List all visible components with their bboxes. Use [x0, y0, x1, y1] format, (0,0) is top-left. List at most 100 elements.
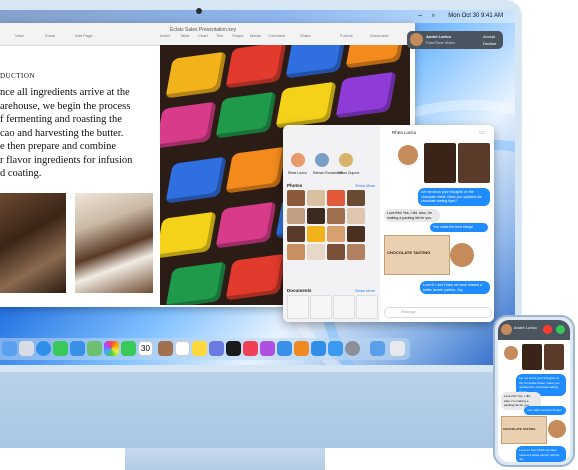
doc-photo-chocolatier: [75, 193, 153, 293]
message-bubble-sent[interactable]: You make the best things!: [524, 406, 566, 415]
caller-avatar: [501, 324, 512, 335]
toolbar-shape[interactable]: Shape: [232, 33, 244, 38]
notes-icon[interactable]: [192, 341, 207, 356]
messages-icon[interactable]: [53, 341, 68, 356]
iphone-caller-name: André Lorico: [514, 325, 537, 330]
memoji-icon: [548, 420, 566, 438]
menu-bar: ⌔ ⌕ Mon Oct 30 9:41 AM: [0, 10, 515, 23]
launchpad-icon[interactable]: [19, 341, 34, 356]
imac-stand: [125, 448, 325, 470]
photos-see-more[interactable]: Show More: [355, 183, 375, 188]
flyer-text: CHOCOLATE TASTING: [503, 427, 536, 431]
chat-photo[interactable]: [458, 143, 490, 183]
accept-button[interactable]: Accept: [483, 34, 495, 39]
toolbar-table[interactable]: Table: [180, 33, 190, 38]
message-bubble-sent[interactable]: Love it! I don't think we have missed a …: [516, 446, 566, 462]
podcasts-icon[interactable]: [260, 341, 275, 356]
message-bubble-sent[interactable]: Let me know your thoughts on the chocola…: [418, 188, 490, 206]
mail-icon[interactable]: [70, 341, 85, 356]
contact-name: Rhea Lorico: [288, 171, 307, 175]
tasting-flyer-image[interactable]: CHOCOLATE TASTING: [384, 235, 450, 275]
decline-button[interactable]: Decline: [483, 41, 496, 46]
photos-label: Photos: [287, 183, 303, 188]
doc-line: r flavor ingredients for infusion: [0, 154, 133, 166]
toolbar-text[interactable]: Text: [216, 33, 223, 38]
message-input-placeholder: iMessage: [401, 310, 416, 314]
settings-icon[interactable]: [345, 341, 360, 356]
pages-toolbar: Éclats Sales Presentation.key View Zoom …: [0, 23, 415, 46]
toolbar-chart[interactable]: Chart: [198, 33, 208, 38]
doc-body: nce all ingredients arrive at the arehou…: [0, 86, 140, 181]
message-bubble-sent[interactable]: You make the best things!: [430, 223, 488, 232]
toolbar-insert[interactable]: Insert: [160, 33, 170, 38]
contact-avatar[interactable]: [315, 153, 329, 167]
accept-call-icon[interactable]: [556, 325, 565, 334]
contact-name: Elton Dupont: [339, 171, 360, 175]
chat-photo[interactable]: [424, 143, 456, 183]
messages-chat: Rhea Lorico ▭ Let me know your thoughts …: [380, 125, 494, 322]
contact-avatar[interactable]: [291, 153, 305, 167]
toolbar-zoom[interactable]: Zoom: [45, 33, 55, 38]
menu-clock[interactable]: Mon Oct 30 9:41 AM: [448, 13, 503, 19]
iphone-facetime-banner[interactable]: André Lorico: [498, 320, 570, 340]
doc-heading: DUCTION: [0, 72, 35, 80]
doc-line: e then prepare and combine: [0, 141, 117, 152]
iphone-screen: André Lorico Let me know your thoughts o…: [498, 320, 570, 462]
dock: 30: [0, 338, 410, 360]
messages-details-panel: Rhea Lorico Ramon Rumamitch Elton Dupont…: [283, 125, 381, 322]
contact-avatar[interactable]: [339, 153, 353, 167]
contacts-icon[interactable]: [158, 341, 173, 356]
message-input[interactable]: iMessage: [384, 307, 492, 318]
toolbar-comment[interactable]: Comment: [268, 33, 285, 38]
safari-icon[interactable]: [36, 341, 51, 356]
keynote-icon[interactable]: [311, 341, 326, 356]
trash-icon[interactable]: [390, 341, 405, 356]
doc-line: d coating.: [0, 168, 42, 179]
wifi-icon[interactable]: ⌔: [417, 13, 423, 21]
doc-photo-cacao: [0, 193, 66, 293]
toolbar-document[interactable]: Document: [370, 33, 388, 38]
reminders-icon[interactable]: [175, 341, 190, 356]
toolbar-view[interactable]: View: [15, 33, 24, 38]
doc-line: nce all ingredients arrive at the: [0, 87, 130, 98]
app-store-icon[interactable]: [328, 341, 343, 356]
search-icon[interactable]: ⌕: [432, 13, 435, 20]
facetime-icon[interactable]: [121, 341, 136, 356]
tasting-flyer-image[interactable]: CHOCOLATE TASTING: [501, 416, 547, 444]
tv-icon[interactable]: [226, 341, 241, 356]
maps-icon[interactable]: [87, 341, 102, 356]
facetime-notification[interactable]: André Lorico FaceTime Video Accept Decli…: [407, 31, 503, 49]
iphone: André Lorico Let me know your thoughts o…: [493, 315, 575, 467]
finder-icon[interactable]: [2, 341, 17, 356]
downloads-folder-icon[interactable]: [370, 341, 385, 356]
message-bubble-received[interactable]: Love this! Yes, I did. Also, I'm making …: [384, 209, 440, 222]
chat-photo[interactable]: [522, 344, 542, 370]
memoji-icon: [504, 346, 518, 360]
memoji-icon: [450, 243, 474, 267]
toolbar-media[interactable]: Media: [250, 33, 261, 38]
video-call-icon[interactable]: ▭: [479, 129, 485, 136]
music-icon[interactable]: [243, 341, 258, 356]
calendar-icon[interactable]: 30: [138, 341, 153, 356]
chat-photo[interactable]: [544, 344, 564, 370]
doc-line: cao and harvesting the butter.: [0, 127, 124, 139]
caller-sub: FaceTime Video: [426, 40, 455, 45]
message-bubble-sent[interactable]: Love it! I don't think we have missed a …: [420, 281, 490, 294]
photos-icon[interactable]: [104, 341, 119, 356]
caller-name: André Lorico: [426, 34, 451, 39]
documents-see-more[interactable]: Show More: [355, 288, 375, 293]
caller-avatar: [410, 33, 423, 46]
toolbar-format[interactable]: Format: [340, 33, 353, 38]
numbers-icon[interactable]: [277, 341, 292, 356]
doc-line: arehouse, we begin the process: [0, 100, 131, 112]
flyer-text: CHOCOLATE TASTING: [387, 250, 431, 255]
chat-recipient: Rhea Lorico: [392, 130, 417, 135]
toolbar-share[interactable]: Share: [300, 33, 311, 38]
decline-call-icon[interactable]: [543, 325, 552, 334]
freeform-icon[interactable]: [209, 341, 224, 356]
pages-icon[interactable]: [294, 341, 309, 356]
messages-window: Rhea Lorico Ramon Rumamitch Elton Dupont…: [283, 125, 494, 322]
memoji-icon: [398, 145, 418, 165]
toolbar-add-page[interactable]: Add Page: [75, 33, 93, 38]
doc-line: f fermenting and roasting the: [0, 114, 122, 125]
